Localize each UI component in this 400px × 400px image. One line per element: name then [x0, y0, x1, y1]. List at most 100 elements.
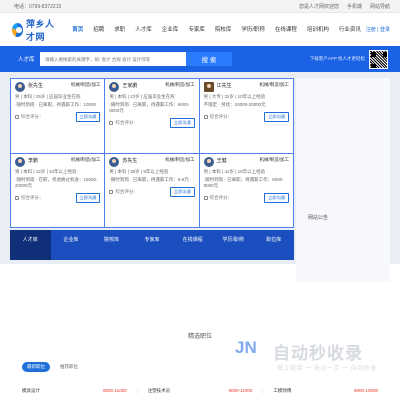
avatar	[203, 82, 214, 92]
job-item[interactable]: 工模师傅 9000-10000	[262, 388, 388, 394]
announcement-link[interactable]: 网站公告	[308, 214, 328, 221]
talent-status: ·随时到岗 · 已离职，待遇薪工作：6000-8000元	[203, 176, 284, 188]
talent-position: 机械/制造/加工	[70, 156, 101, 162]
nav-courses[interactable]: 在线课程	[270, 23, 302, 37]
top-links: 您是人才网欢迎您 手机端 网站导航	[299, 3, 390, 10]
talent-card[interactable]: 王健 机械/制造/加工 男 | 本科 | 42岁 | 10年以上经验 ·随时到岗…	[199, 153, 293, 227]
page: 电话：0799-8372215 您是人才网欢迎您 手机端 网站导航 萍乡人才网 …	[0, 0, 400, 400]
talent-card[interactable]: 李鹏 机械/制造/加工 男 | 本科 | 42岁 | 10年以上经验 ·随时到岗…	[11, 153, 105, 227]
tab-companies[interactable]: 企业库	[51, 230, 92, 260]
tab-positions[interactable]: 职位库	[253, 230, 294, 260]
nav-news[interactable]: 行业资讯	[334, 23, 366, 37]
header: 萍乡人才网 首页 招聘 求职 人才库 企业库 专家库 院校库 学历/职称 在线课…	[0, 13, 400, 46]
talent-position: 机械/制造/加工	[259, 156, 290, 162]
hero-section: 张先生 机械/制造/加工 男 | 本科 | 25岁 | 应届毕业生在校 ·随时到…	[0, 72, 400, 282]
job-salary: 9000-11000	[102, 388, 127, 393]
talent-basic-info: 男 | 大专 | 33岁 | 10年以上经验	[203, 94, 266, 99]
main-nav: 首页 招聘 求职 人才库 企业库 专家库 院校库 学历/职称 在线课程 培训机构…	[67, 23, 366, 37]
watermark: JN 自动秒收录 做上链接 一 来访一次 一 自动收录	[235, 338, 395, 378]
watermark-text: 自动秒收录	[273, 344, 363, 363]
nav-companies[interactable]: 企业库	[157, 23, 184, 37]
job-salary: 9000-10000	[353, 388, 379, 393]
chat-icon	[203, 195, 208, 200]
nav-jobs[interactable]: 招聘	[88, 23, 109, 37]
talent-name: 张先生	[28, 83, 44, 89]
talent-rating: 综合评分：	[109, 120, 138, 126]
job-list: 模具设计 9000-11000 注塑技术员 9000-11000 工模师傅 90…	[12, 388, 388, 394]
search-button[interactable]: 搜 索	[186, 52, 232, 66]
app-download-text: 下载客户APP 找人才更轻松	[309, 56, 365, 61]
contact-button[interactable]: 立即沟通	[264, 192, 289, 203]
tab-degrees[interactable]: 学历/职称	[213, 230, 254, 260]
tab-courses[interactable]: 在线课程	[172, 230, 213, 260]
site-logo[interactable]: 萍乡人才网	[12, 17, 63, 43]
nav-degrees[interactable]: 学历/职称	[236, 23, 270, 37]
avatar	[15, 82, 25, 92]
top-bar: 电话：0799-8372215 您是人才网欢迎您 手机端 网站导航	[0, 0, 400, 13]
talent-rating: 综合评分：	[203, 195, 232, 201]
talent-status: ·随时到岗 · 已离职，待遇薪工作：10000	[15, 102, 97, 107]
talent-position: 机械/制造/加工	[165, 156, 195, 162]
chat-icon	[15, 195, 19, 200]
talent-card[interactable]: 苏先生 机械/制造/加工 男 | 本科 | 39岁 | 8年以上经验 ·随时到岗…	[105, 153, 199, 227]
qr-code-icon	[369, 49, 388, 69]
watermark-logo: JN	[235, 338, 257, 357]
talent-position: 机械/制造/加工	[70, 82, 101, 87]
talent-status: 不限定 · 另找：10000-20000元	[203, 102, 266, 107]
avatar	[109, 82, 120, 92]
watermark-subtext: 做上链接 一 来访一次 一 自动收录	[277, 366, 377, 372]
search-input[interactable]	[40, 52, 186, 66]
contact-button[interactable]: 立即沟通	[169, 118, 195, 128]
logo-icon	[12, 22, 23, 37]
nav-schools[interactable]: 院校库	[210, 23, 237, 37]
job-item[interactable]: 注塑技术员 9000-11000	[136, 388, 263, 394]
talent-card[interactable]: 江先生 机械/制造/加工 男 | 大专 | 33岁 | 10年以上经验 不限定 …	[199, 79, 293, 153]
nav-resume[interactable]: 求职	[109, 23, 130, 37]
contact-button[interactable]: 立即沟通	[75, 192, 101, 203]
job-title: 模具设计	[22, 388, 40, 393]
talent-card[interactable]: 王家鹏 机械/制造/加工 男 | 本科 | 23岁 | 应届毕业生在校 ·随时到…	[105, 79, 199, 153]
logo-text: 萍乡人才网	[25, 18, 55, 42]
talent-position: 机械/制造/加工	[259, 82, 290, 87]
tab-experts[interactable]: 专家库	[132, 230, 173, 260]
talent-rating: 综合评分：	[109, 189, 138, 195]
tab-latest-jobs[interactable]: 最新职位	[22, 362, 50, 372]
contact-button[interactable]: 立即沟通	[264, 112, 289, 122]
talent-status: ·随时到岗 · 在职，考虑换过机会：15000-20000元	[15, 176, 98, 188]
talent-basic-info: 男 | 本科 | 42岁 | 10年以上经验	[203, 168, 266, 174]
search-category[interactable]: 人才库	[18, 55, 40, 63]
talent-basic-info: 男 | 本科 | 42岁 | 10年以上经验	[15, 168, 77, 174]
talent-name: 苏先生	[122, 157, 138, 164]
nav-experts[interactable]: 专家库	[183, 23, 210, 37]
contact-button[interactable]: 立即沟通	[75, 112, 101, 122]
job-title: 工模师傅	[273, 388, 292, 393]
talent-status: ·随时到岗 · 已离职，待遇薪工作：6-8元	[109, 176, 189, 182]
talent-basic-info: 男 | 本科 | 25岁 | 应届毕业生在校	[15, 94, 81, 99]
talent-name: 江先生	[216, 83, 232, 89]
talent-name: 王健	[216, 157, 227, 164]
auth-links[interactable]: 注册 | 登录	[366, 26, 390, 33]
chat-icon	[109, 189, 114, 194]
category-tabs: 人才库 企业库 院校库 专家库 在线课程 学历/职称 职位库	[10, 230, 294, 260]
top-link-welcome[interactable]: 您是人才网欢迎您	[299, 3, 339, 10]
contact-button[interactable]: 立即沟通	[169, 186, 195, 197]
avatar	[109, 156, 120, 167]
talent-rating: 综合评分：	[203, 114, 232, 120]
nav-talents[interactable]: 人才库	[130, 23, 157, 37]
talent-status: ·随时到岗 · 已离职，待遇薪工作：6000-8000元	[109, 102, 190, 113]
job-title: 注塑技术员	[147, 388, 171, 393]
tab-schools[interactable]: 院校库	[91, 230, 132, 260]
chat-icon	[109, 121, 114, 125]
job-salary: 9000-11000	[228, 388, 253, 393]
nav-home[interactable]: 首页	[67, 23, 88, 37]
talent-name: 李鹏	[28, 157, 39, 164]
nav-training[interactable]: 培训机构	[302, 23, 334, 37]
talent-card[interactable]: 张先生 机械/制造/加工 男 | 本科 | 25岁 | 应届毕业生在校 ·随时到…	[11, 79, 105, 153]
talent-position: 机械/制造/加工	[165, 82, 195, 87]
top-link-mobile[interactable]: 手机端	[347, 3, 362, 10]
top-link-sitemap[interactable]: 网站导航	[370, 3, 390, 10]
tab-recommended-jobs[interactable]: 推荐职位	[55, 362, 83, 372]
tab-talents[interactable]: 人才库	[10, 230, 51, 260]
job-tabs: 最新职位 推荐职位	[22, 362, 83, 372]
job-item[interactable]: 模具设计 9000-11000	[12, 388, 137, 394]
